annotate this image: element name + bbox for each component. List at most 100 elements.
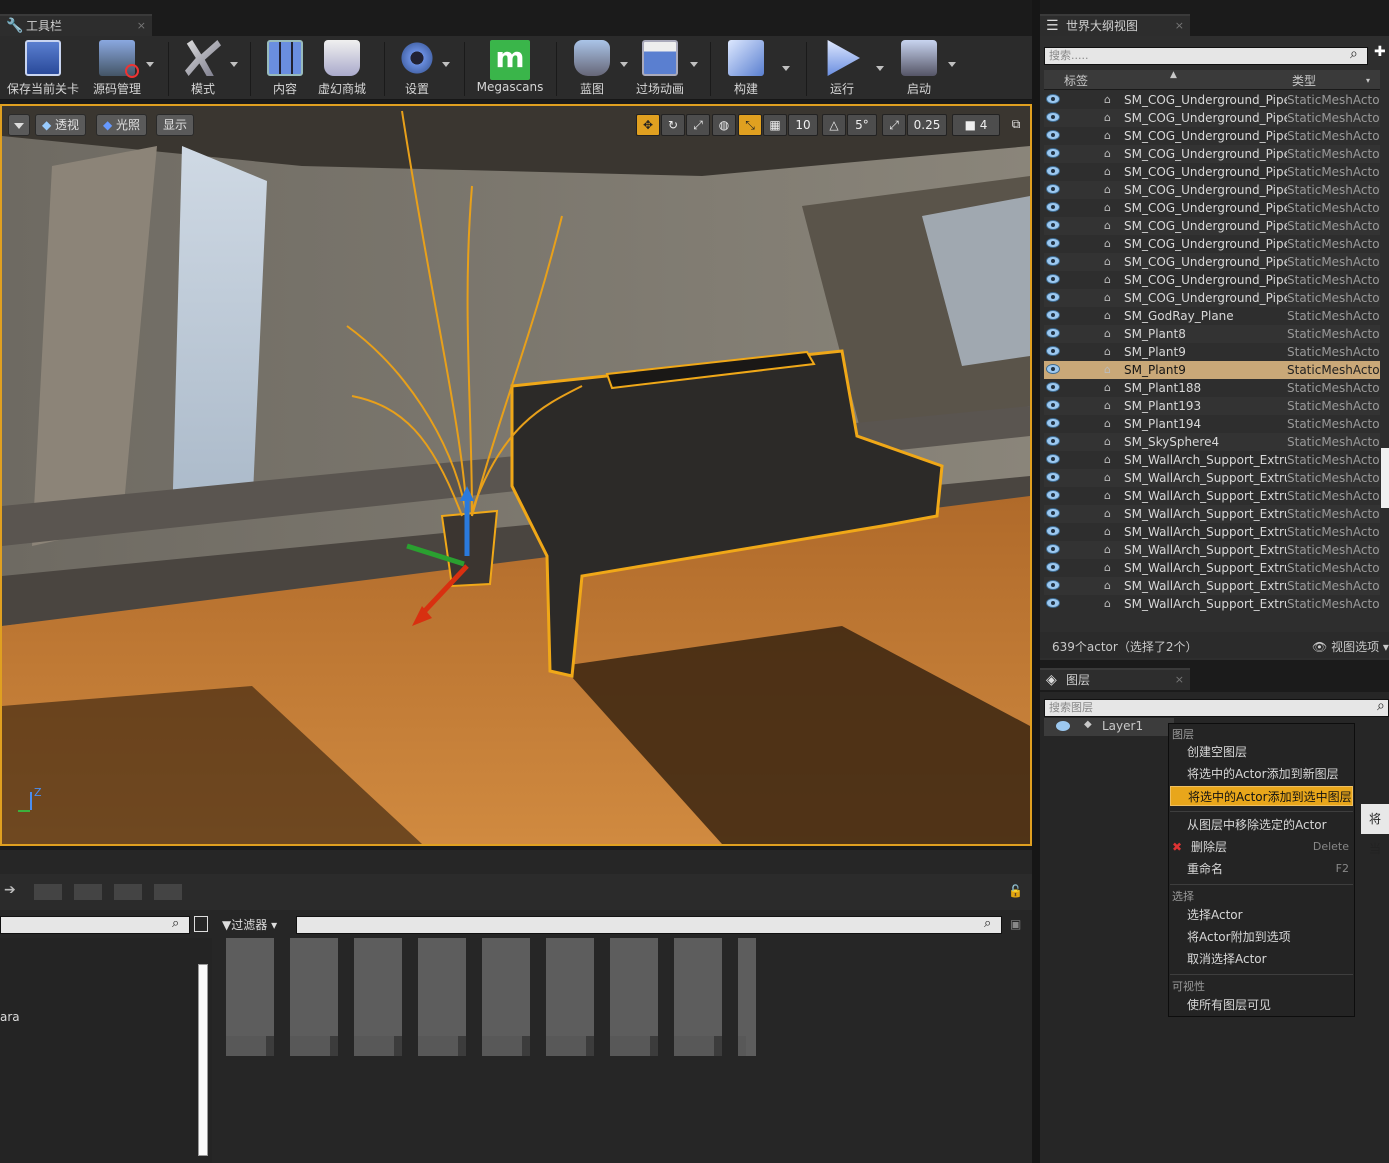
forward-arrow-icon[interactable]: ➔ <box>4 882 16 898</box>
outliner-row[interactable]: ⌂ SM_Plant8 StaticMeshActor <box>1044 325 1380 343</box>
eye-icon[interactable] <box>1046 238 1060 248</box>
save-level-button[interactable]: 保存当前关卡 <box>6 40 80 96</box>
eye-icon[interactable] <box>1046 310 1060 320</box>
column-label-header[interactable]: 标签 <box>1064 72 1088 89</box>
sources-toggle-icon[interactable] <box>194 916 208 932</box>
outliner-row[interactable]: ⌂ SM_COG_Underground_Pipe_VStaticMeshActo… <box>1044 289 1380 307</box>
eye-icon[interactable] <box>1046 418 1060 428</box>
view-options-button[interactable]: 👁 视图选项 ▾ <box>1312 638 1389 655</box>
layer-row[interactable]: ◆ Layer1 <box>1044 718 1174 736</box>
outliner-row[interactable]: ⌂ SM_WallArch_Support_ExtrudeStaticMeshAc… <box>1044 505 1380 523</box>
eye-icon[interactable] <box>1046 292 1060 302</box>
scale-tool-button[interactable]: ⤢ <box>686 114 710 136</box>
surface-snap-toggle[interactable]: ⤡ <box>738 114 762 136</box>
folder-name-fragment[interactable]: ara <box>0 1010 20 1024</box>
close-icon[interactable]: × <box>1175 16 1184 36</box>
outliner-row[interactable]: ⌂ SM_GodRay_Plane StaticMeshActor <box>1044 307 1380 325</box>
world-local-toggle[interactable]: ◍ <box>712 114 736 136</box>
source-control-button[interactable]: 源码管理 <box>92 40 154 96</box>
menu-item-rename[interactable]: 重命名 F2 <box>1170 859 1353 879</box>
menu-item-add-to-selected-layer[interactable]: 将选中的Actor添加到选中图层 <box>1170 786 1353 806</box>
menu-item-deselect-actor[interactable]: 取消选择Actor <box>1170 949 1353 969</box>
outliner-row[interactable]: ⌂ SM_Plant193 StaticMeshActor <box>1044 397 1380 415</box>
column-dropdown-icon[interactable]: ▾ <box>1366 76 1370 85</box>
eye-icon[interactable] <box>1046 508 1060 518</box>
eye-icon[interactable] <box>1046 112 1060 122</box>
lock-icon[interactable]: 🔓 <box>1008 884 1023 898</box>
folder-scrollbar[interactable] <box>198 964 208 1156</box>
tab-world-outliner[interactable]: ☰ 世界大纲视图 × <box>1040 14 1190 36</box>
outliner-row[interactable]: ⌂ SM_WallArch_Support_ExtrudeStaticMeshAc… <box>1044 523 1380 541</box>
rotation-snap-value[interactable]: 5° <box>847 114 877 136</box>
asset-search-input[interactable] <box>296 916 1002 934</box>
outliner-row[interactable]: ⌂ SM_WallArch_Support_ExtrudeStaticMeshAc… <box>1044 541 1380 559</box>
tab-layers[interactable]: ◈ 图层 × <box>1040 668 1190 690</box>
rotation-snap-toggle[interactable]: △ <box>822 114 846 136</box>
settings-button[interactable]: 设置 <box>396 40 450 96</box>
rotate-tool-button[interactable]: ↻ <box>661 114 685 136</box>
chevron-down-icon[interactable] <box>146 62 154 67</box>
outliner-row[interactable]: ⌂ SM_WallArch_Support_ExtrudeStaticMeshAc… <box>1044 559 1380 577</box>
outliner-row[interactable]: ⌂ SM_COG_Underground_Pipe_VStaticMeshActo… <box>1044 145 1380 163</box>
eye-icon[interactable] <box>1056 721 1070 731</box>
outliner-row[interactable]: ⌂ SM_WallArch_Support_ExtrudeStaticMeshAc… <box>1044 577 1380 595</box>
outliner-scrollbar[interactable] <box>1381 448 1389 508</box>
eye-icon[interactable] <box>1046 382 1060 392</box>
outliner-row[interactable]: ⌂ SM_COG_Underground_Pipe_VStaticMeshActo… <box>1044 163 1380 181</box>
outliner-row[interactable]: ⌂ SM_Plant188 StaticMeshActor <box>1044 379 1380 397</box>
show-button[interactable]: 显示 <box>156 114 195 136</box>
eye-icon[interactable] <box>1046 220 1060 230</box>
scale-snap-toggle[interactable]: ⤢ <box>882 114 906 136</box>
eye-icon[interactable] <box>1046 472 1060 482</box>
lit-mode-button[interactable]: ◆ 光照 <box>96 114 148 136</box>
save-search-icon[interactable]: ▣ <box>1010 917 1021 931</box>
outliner-search-input[interactable]: 搜索..... <box>1044 47 1368 65</box>
outliner-row[interactable]: ⌂ SM_Plant9 StaticMeshActor <box>1044 343 1380 361</box>
build-options-dropdown[interactable] <box>782 66 790 71</box>
eye-icon[interactable] <box>1046 148 1060 158</box>
eye-icon[interactable] <box>1046 544 1060 554</box>
column-type-header[interactable]: 类型 <box>1292 72 1316 89</box>
menu-item-delete-layer[interactable]: ✖ 删除层 Delete <box>1170 837 1353 857</box>
eye-icon[interactable] <box>1046 346 1060 356</box>
panel-divider[interactable] <box>1032 0 1040 1163</box>
eye-icon[interactable] <box>1046 562 1060 572</box>
outliner-row[interactable]: ⌂ SM_COG_Underground_Pipe_VStaticMeshActo… <box>1044 235 1380 253</box>
viewport-menu-button[interactable] <box>8 114 30 136</box>
eye-icon[interactable] <box>1046 328 1060 338</box>
content-button[interactable]: 内容 <box>262 40 308 96</box>
outliner-row[interactable]: ⌂ SM_COG_Underground_Pipe_VStaticMeshActo… <box>1044 271 1380 289</box>
outliner-row[interactable]: ⌂ SM_WallArch_Support_ExtrudeStaticMeshAc… <box>1044 487 1380 505</box>
eye-icon[interactable] <box>1046 454 1060 464</box>
grid-snap-toggle[interactable]: ▦ <box>763 114 787 136</box>
level-viewport[interactable]: ◆ 透视 ◆ 光照 显示 ✥ ↻ ⤢ ◍ ⤡ ▦ 10 △ 5° ⤢ 0.25 … <box>0 104 1032 846</box>
chevron-down-icon[interactable] <box>230 62 238 67</box>
outliner-row[interactable]: ⌂ SM_WallArch_Support_ExtrudeStaticMeshAc… <box>1044 451 1380 469</box>
play-button[interactable]: 运行 <box>818 40 866 96</box>
outliner-row[interactable]: ⌂ SM_Plant9 StaticMeshActor <box>1044 361 1380 379</box>
eye-icon[interactable] <box>1046 184 1060 194</box>
eye-icon[interactable] <box>1046 598 1060 608</box>
eye-icon[interactable] <box>1046 490 1060 500</box>
close-icon[interactable]: × <box>137 16 146 36</box>
outliner-row[interactable]: ⌂ SM_COG_Underground_Pipe_VStaticMeshActo… <box>1044 181 1380 199</box>
marketplace-button[interactable]: 虚幻商城 <box>316 40 368 96</box>
eye-icon[interactable] <box>1046 526 1060 536</box>
outliner-row[interactable]: ⌂ SM_SkySphere4 StaticMeshActor <box>1044 433 1380 451</box>
modes-button[interactable]: 模式 <box>180 40 238 96</box>
perspective-button[interactable]: ◆ 透视 <box>35 114 87 136</box>
cinematics-button[interactable]: 过场动画 <box>634 40 698 96</box>
chevron-down-icon[interactable] <box>442 62 450 67</box>
blueprints-button[interactable]: 蓝图 <box>568 40 628 96</box>
outliner-row[interactable]: ⌂ SM_COG_Underground_Pipe_VStaticMeshActo… <box>1044 253 1380 271</box>
menu-item-remove-from-layer[interactable]: 从图层中移除选定的Actor <box>1170 815 1353 835</box>
outliner-row[interactable]: ⌂ SM_COG_Underground_Pipe_VStaticMeshActo… <box>1044 109 1380 127</box>
eye-icon[interactable] <box>1046 274 1060 284</box>
scale-snap-value[interactable]: 0.25 <box>907 114 947 136</box>
launch-button[interactable]: 启动 <box>894 40 956 96</box>
add-icon[interactable]: ✚ <box>1374 44 1386 60</box>
eye-icon[interactable] <box>1046 166 1060 176</box>
eye-icon[interactable] <box>1046 94 1060 104</box>
maximize-viewport-button[interactable]: ⧉ <box>1006 114 1026 136</box>
menu-item-append-actor[interactable]: 将Actor附加到选项 <box>1170 927 1353 947</box>
